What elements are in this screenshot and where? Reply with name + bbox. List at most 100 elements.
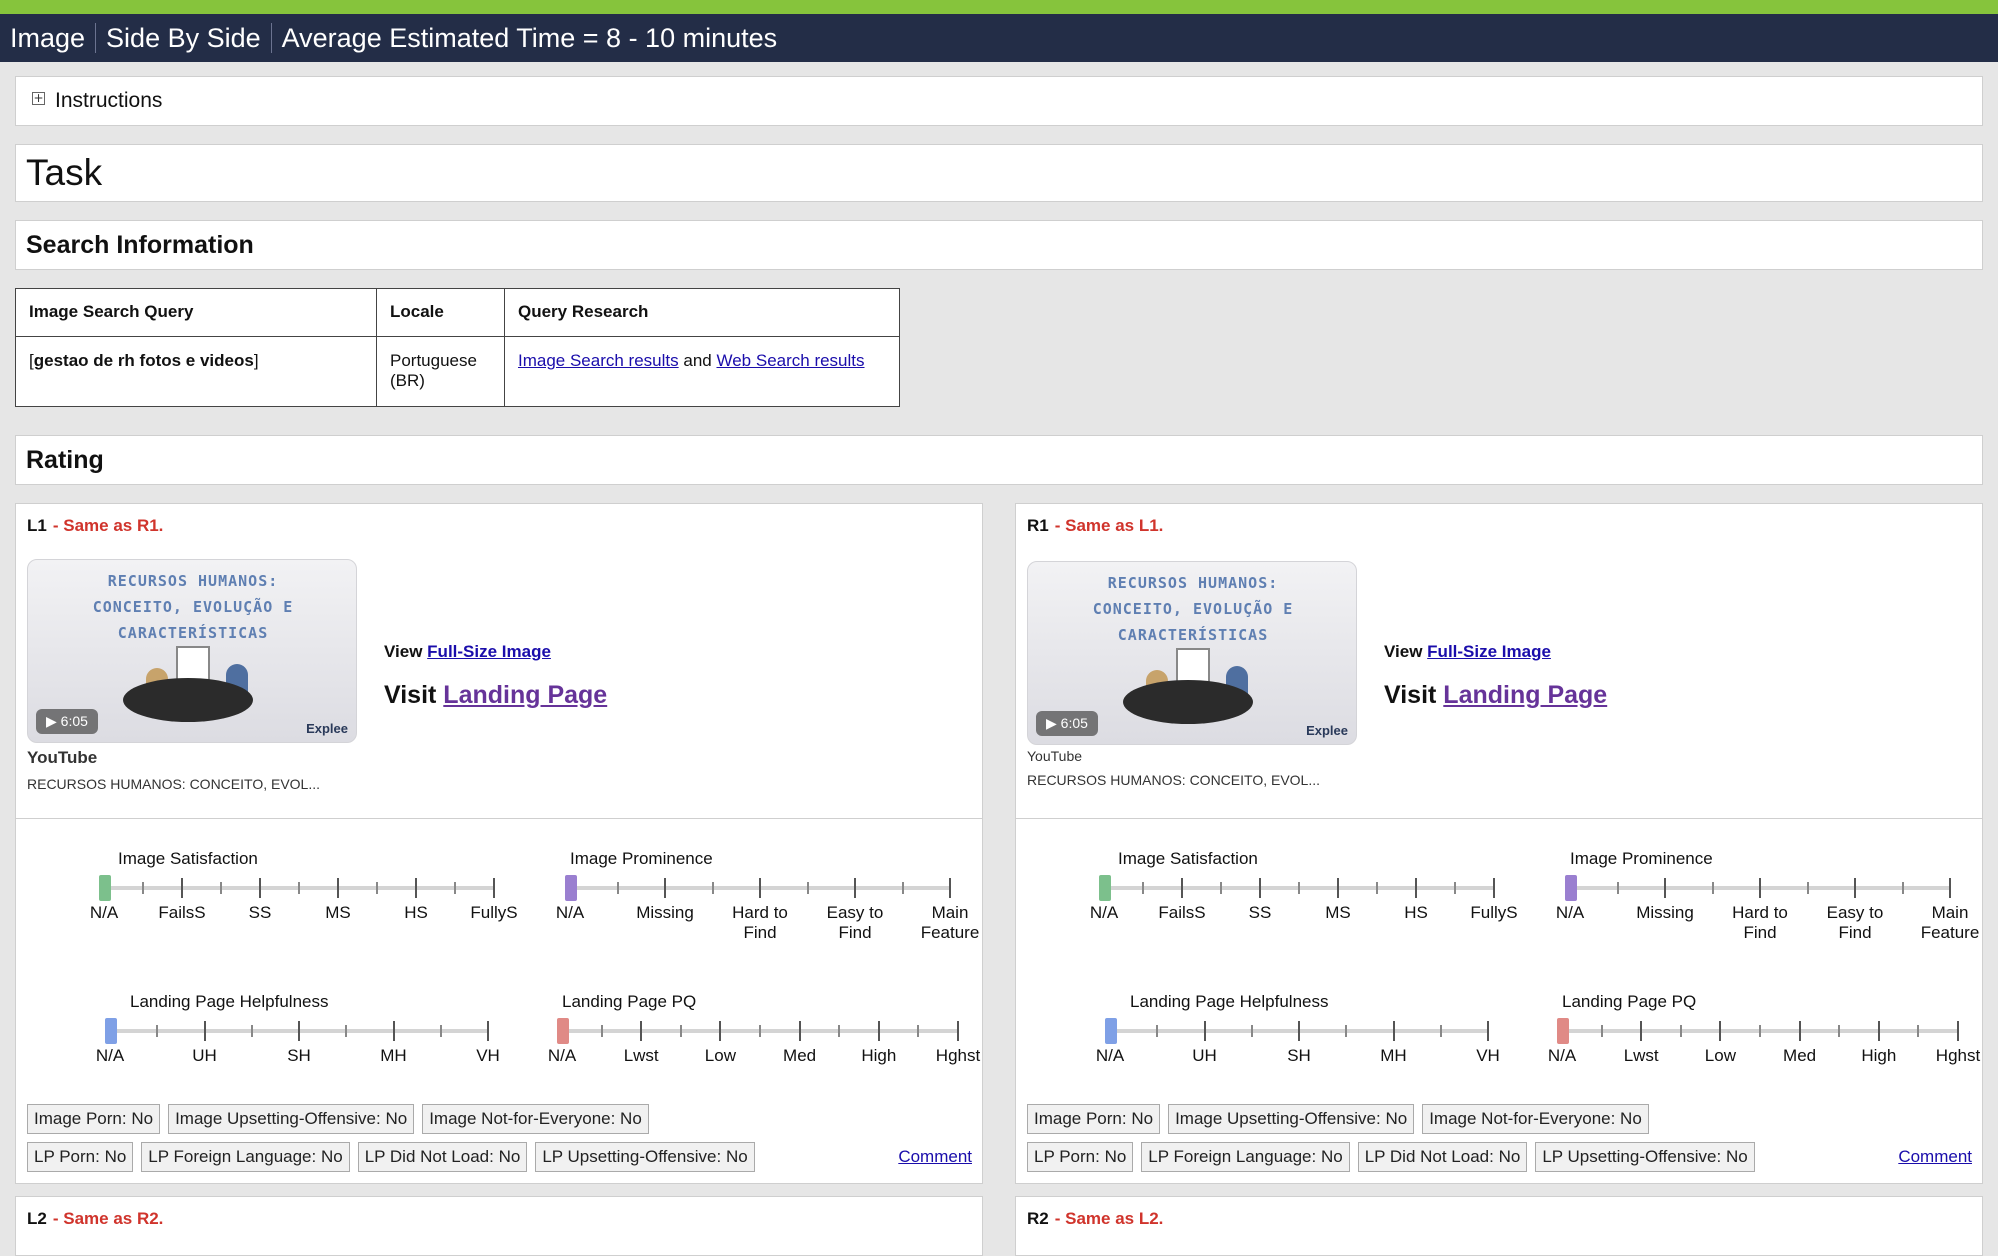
slider-minor-tick bbox=[250, 1025, 253, 1037]
slider-option-missing[interactable]: Missing bbox=[636, 903, 694, 923]
header-bar: Image Side By Side Average Estimated Tim… bbox=[0, 14, 1998, 62]
image-flags: Image Porn: No Image Upsetting-Offensive:… bbox=[1027, 1104, 1657, 1134]
slider-option-fullys[interactable]: FullyS bbox=[1470, 903, 1517, 923]
flag-chip[interactable]: Image Not-for-Everyone: No bbox=[422, 1104, 649, 1134]
slider-tick bbox=[1487, 1021, 1489, 1041]
slider-option-lwst[interactable]: Lwst bbox=[624, 1046, 659, 1066]
slider-option-mh[interactable]: MH bbox=[1380, 1046, 1406, 1066]
web-search-results-link[interactable]: Web Search results bbox=[716, 351, 864, 370]
col-header-research: Query Research bbox=[504, 288, 900, 337]
flag-chip[interactable]: Image Porn: No bbox=[1027, 1104, 1161, 1134]
slider-option-mh[interactable]: MH bbox=[380, 1046, 406, 1066]
slider-option-n-a[interactable]: N/A bbox=[90, 903, 118, 923]
full-size-image-link[interactable]: Full-Size Image bbox=[1427, 642, 1551, 661]
slider-option-vh[interactable]: VH bbox=[1476, 1046, 1500, 1066]
slider-option-n-a[interactable]: N/A bbox=[556, 903, 584, 923]
header-tab-side-by-side[interactable]: Side By Side bbox=[96, 21, 271, 55]
slider-handle[interactable] bbox=[1565, 875, 1577, 901]
result-thumbnail[interactable]: RECURSOS HUMANOS: CONCEITO, EVOLUÇÃO E C… bbox=[27, 559, 357, 743]
slider-option-uh[interactable]: UH bbox=[1192, 1046, 1217, 1066]
slider-option-hghst[interactable]: Hghst bbox=[1936, 1046, 1980, 1066]
slider-option-hard-to-find[interactable]: Hard to Find bbox=[1728, 903, 1792, 943]
research-cell: Image Search results and Web Search resu… bbox=[504, 336, 900, 407]
slider-minor-tick bbox=[1838, 1025, 1841, 1037]
slider-option-vh[interactable]: VH bbox=[476, 1046, 500, 1066]
flag-chip[interactable]: Image Upsetting-Offensive: No bbox=[168, 1104, 415, 1134]
result-thumbnail[interactable]: RECURSOS HUMANOS: CONCEITO, EVOLUÇÃO E C… bbox=[1027, 561, 1357, 745]
slider-option-n-a[interactable]: N/A bbox=[1090, 903, 1118, 923]
query-cell: [gestao de rh fotos e videos] bbox=[15, 336, 377, 407]
slider-minor-tick bbox=[917, 1025, 920, 1037]
slider-option-n-a[interactable]: N/A bbox=[548, 1046, 576, 1066]
slider-handle[interactable] bbox=[557, 1018, 569, 1044]
slider-minor-tick bbox=[1917, 1025, 1920, 1037]
slider-option-hghst[interactable]: Hghst bbox=[936, 1046, 980, 1066]
result-cards-row-2: L2 - Same as R2. R2 - Same as L2. bbox=[15, 1184, 1983, 1256]
slider-option-main-feature[interactable]: Main Feature bbox=[915, 903, 985, 943]
slider-option-fullys[interactable]: FullyS bbox=[470, 903, 517, 923]
rating-controls: Image Satisfaction N/A FailsS SS MS HS FullyS … bbox=[16, 819, 982, 1183]
slider-option-easy-to-find[interactable]: Easy to Find bbox=[1823, 903, 1887, 943]
slider-option-high[interactable]: High bbox=[1861, 1046, 1896, 1066]
slider-option-high[interactable]: High bbox=[861, 1046, 896, 1066]
header-tab-image[interactable]: Image bbox=[10, 21, 95, 55]
slider-option-uh[interactable]: UH bbox=[192, 1046, 217, 1066]
slider-handle[interactable] bbox=[1105, 1018, 1117, 1044]
slider-option-n-a[interactable]: N/A bbox=[1556, 903, 1584, 923]
slider-option-low[interactable]: Low bbox=[1705, 1046, 1736, 1066]
landing-page-link[interactable]: Landing Page bbox=[443, 681, 607, 709]
slider-label: Image Prominence bbox=[570, 849, 713, 868]
flag-chip[interactable]: LP Porn: No bbox=[27, 1142, 134, 1172]
video-duration: ▶ 6:05 bbox=[36, 709, 98, 734]
slider-option-n-a[interactable]: N/A bbox=[96, 1046, 124, 1066]
rating-heading: Rating bbox=[15, 435, 1983, 485]
slider-option-ms[interactable]: MS bbox=[1325, 903, 1351, 923]
comment-link[interactable]: Comment bbox=[898, 1147, 972, 1167]
flag-chip[interactable]: Image Upsetting-Offensive: No bbox=[1168, 1104, 1415, 1134]
slider-option-failss[interactable]: FailsS bbox=[1158, 903, 1205, 923]
instructions-panel[interactable]: + Instructions bbox=[15, 76, 1983, 126]
flag-chip[interactable]: Image Porn: No bbox=[27, 1104, 161, 1134]
slider-option-ss[interactable]: SS bbox=[249, 903, 272, 923]
slider-handle[interactable] bbox=[105, 1018, 117, 1044]
slider-option-ms[interactable]: MS bbox=[325, 903, 351, 923]
flag-chip[interactable]: LP Upsetting-Offensive: No bbox=[1535, 1142, 1755, 1172]
slider-handle[interactable] bbox=[565, 875, 577, 901]
flag-chip[interactable]: LP Porn: No bbox=[1027, 1142, 1134, 1172]
visit-landing-page: Visit Landing Page bbox=[384, 681, 607, 710]
slider-option-n-a[interactable]: N/A bbox=[1548, 1046, 1576, 1066]
slider-handle[interactable] bbox=[1557, 1018, 1569, 1044]
slider-option-sh[interactable]: SH bbox=[1287, 1046, 1311, 1066]
instructions-label[interactable]: Instructions bbox=[55, 89, 162, 113]
slider-option-med[interactable]: Med bbox=[1783, 1046, 1816, 1066]
slider-option-hs[interactable]: HS bbox=[404, 903, 428, 923]
slider-tick bbox=[759, 878, 761, 898]
slider-option-easy-to-find[interactable]: Easy to Find bbox=[823, 903, 887, 943]
slider-option-low[interactable]: Low bbox=[705, 1046, 736, 1066]
flag-chip[interactable]: LP Foreign Language: No bbox=[141, 1142, 350, 1172]
slider-handle[interactable] bbox=[99, 875, 111, 901]
full-size-image-link[interactable]: Full-Size Image bbox=[427, 642, 551, 661]
slider-option-ss[interactable]: SS bbox=[1249, 903, 1272, 923]
image-search-results-link[interactable]: Image Search results bbox=[518, 351, 679, 370]
slider-option-main-feature[interactable]: Main Feature bbox=[1915, 903, 1985, 943]
flag-chip[interactable]: Image Not-for-Everyone: No bbox=[1422, 1104, 1649, 1134]
slider-option-missing[interactable]: Missing bbox=[1636, 903, 1694, 923]
slider-option-lwst[interactable]: Lwst bbox=[1624, 1046, 1659, 1066]
slider-option-med[interactable]: Med bbox=[783, 1046, 816, 1066]
slider-option-hard-to-find[interactable]: Hard to Find bbox=[728, 903, 792, 943]
slider-tick bbox=[1493, 878, 1495, 898]
slider-option-n-a[interactable]: N/A bbox=[1096, 1046, 1124, 1066]
slider-minor-tick bbox=[220, 882, 222, 894]
expand-icon[interactable]: + bbox=[32, 91, 45, 105]
comment-link[interactable]: Comment bbox=[1898, 1147, 1972, 1167]
flag-chip[interactable]: LP Upsetting-Offensive: No bbox=[535, 1142, 755, 1172]
landing-page-link[interactable]: Landing Page bbox=[1443, 681, 1607, 709]
slider-option-sh[interactable]: SH bbox=[287, 1046, 311, 1066]
slider-handle[interactable] bbox=[1099, 875, 1111, 901]
slider-option-hs[interactable]: HS bbox=[1404, 903, 1428, 923]
flag-chip[interactable]: LP Did Not Load: No bbox=[1357, 1142, 1528, 1172]
flag-chip[interactable]: LP Foreign Language: No bbox=[1141, 1142, 1350, 1172]
slider-option-failss[interactable]: FailsS bbox=[158, 903, 205, 923]
flag-chip[interactable]: LP Did Not Load: No bbox=[357, 1142, 528, 1172]
